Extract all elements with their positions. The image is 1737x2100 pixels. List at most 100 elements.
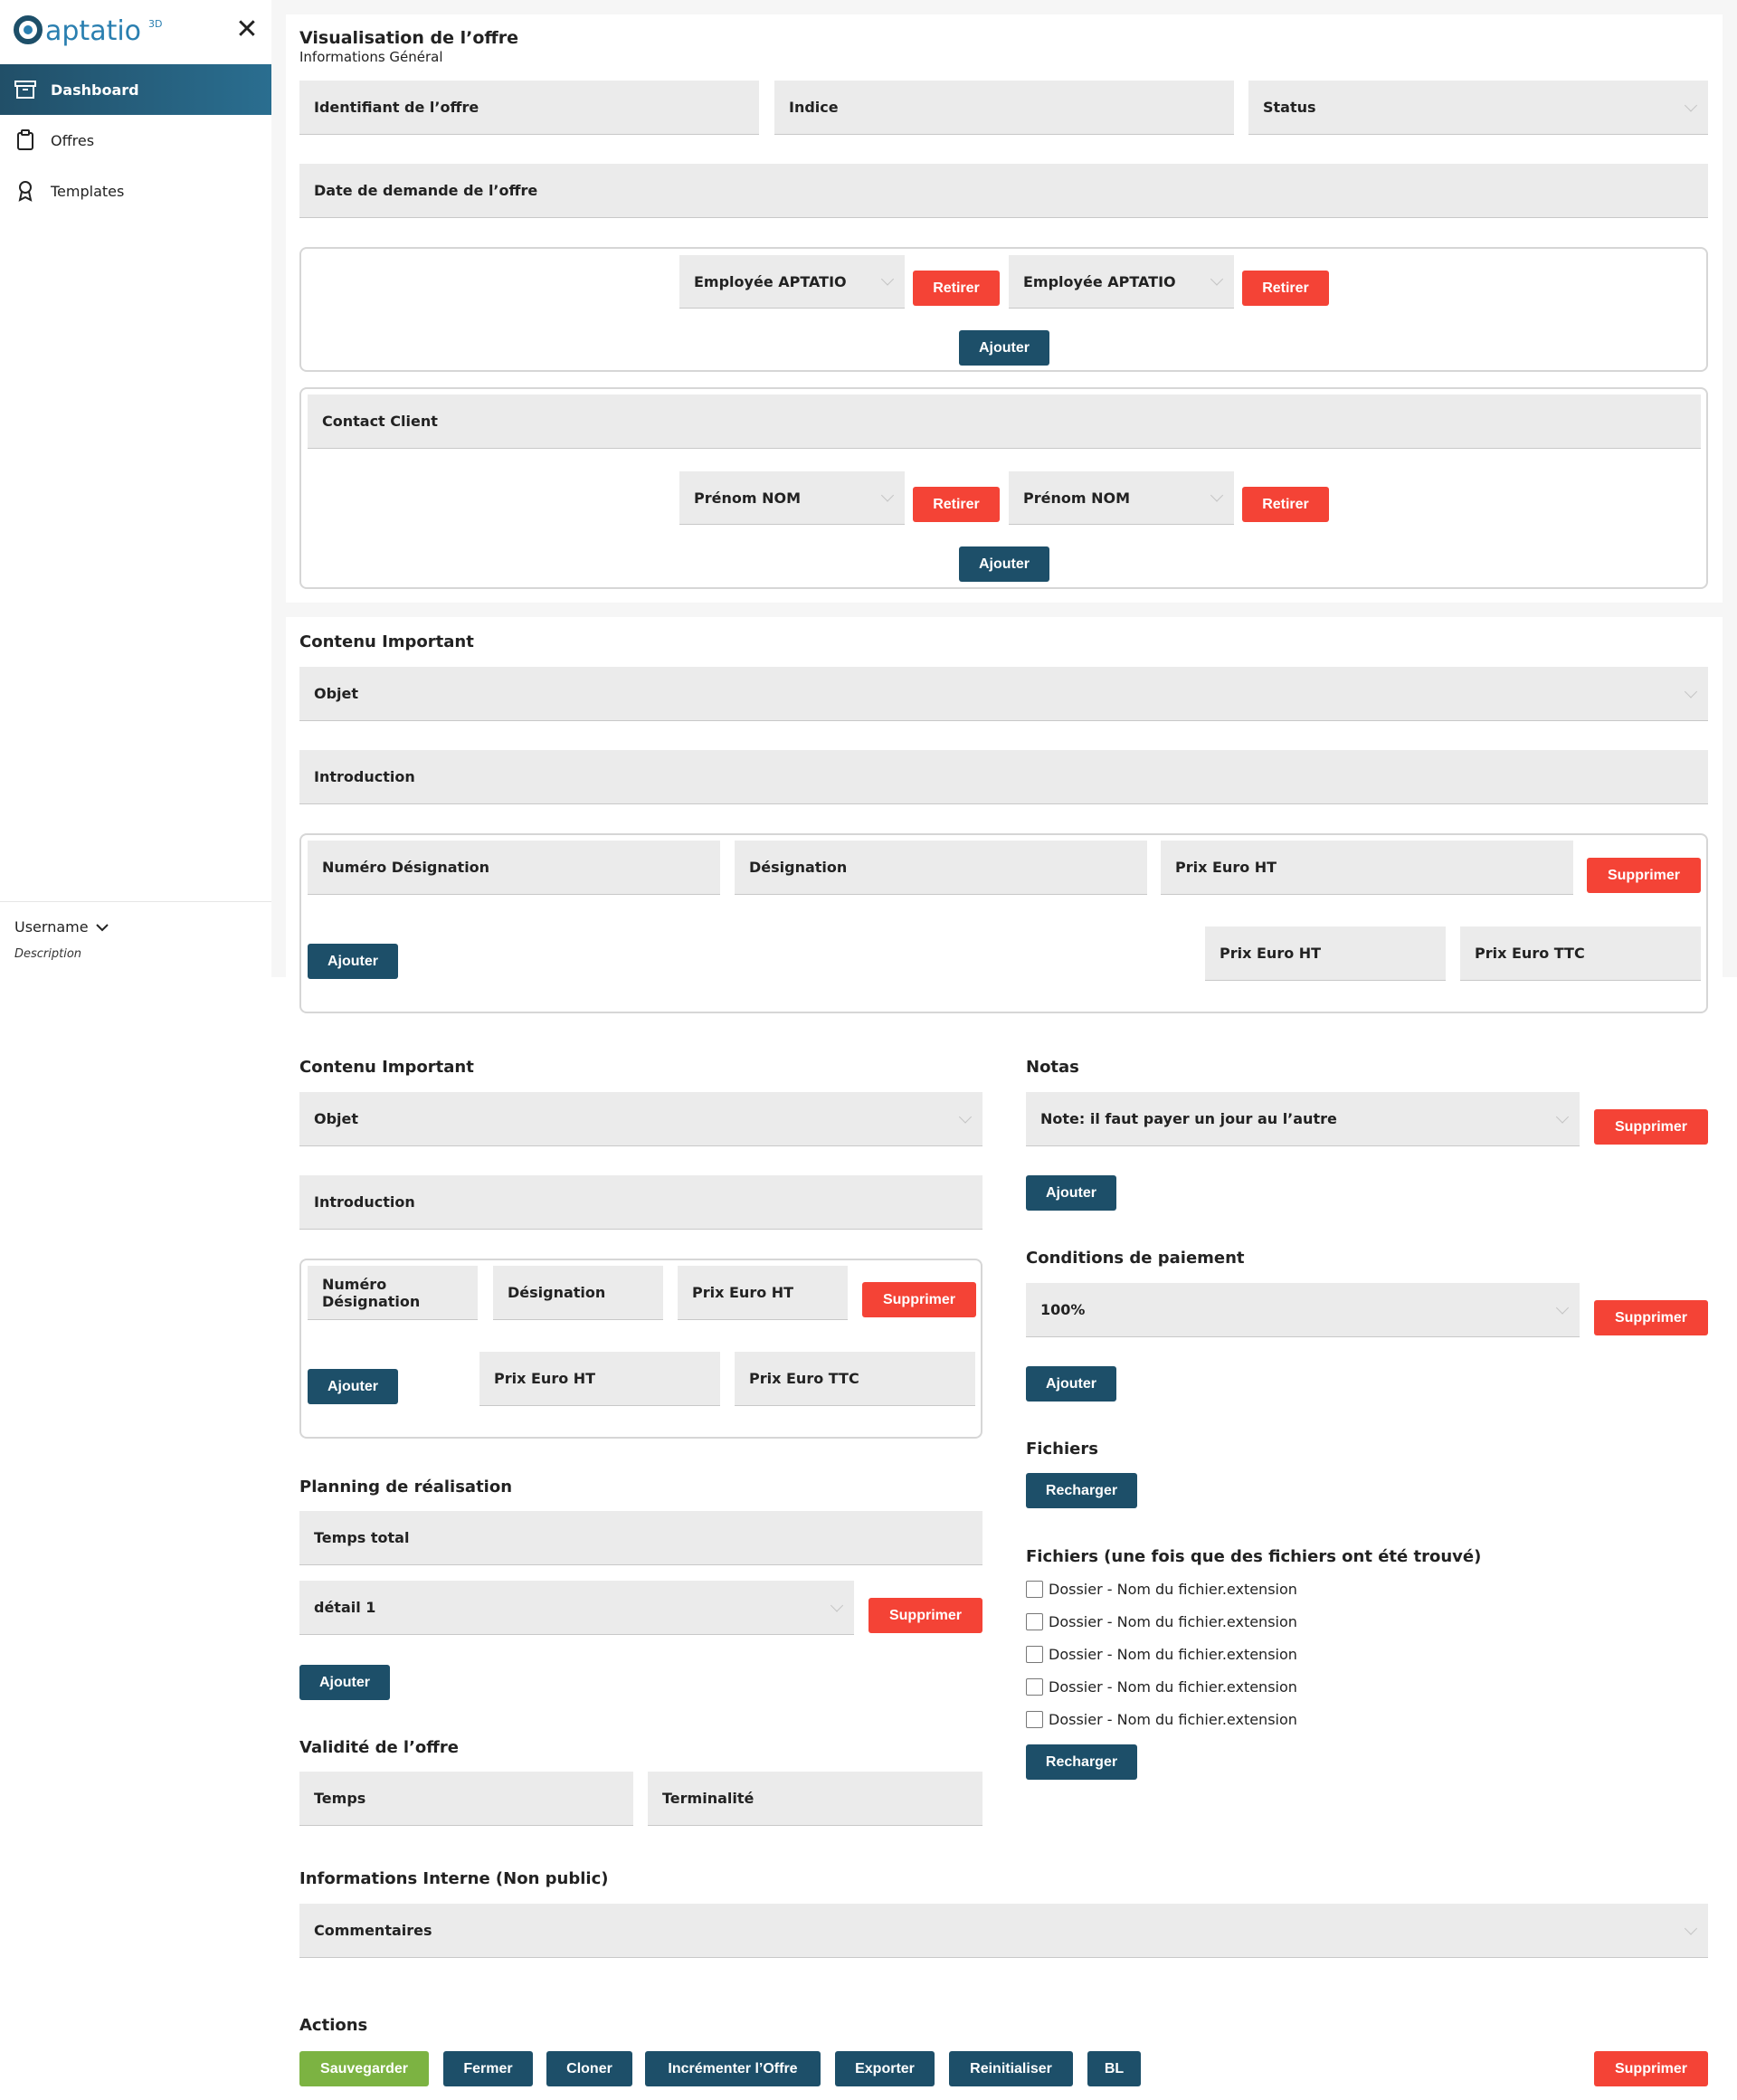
numero-designation-field[interactable]: Numéro Désignation — [308, 1266, 478, 1320]
checkbox — [1026, 1711, 1043, 1728]
indice-field[interactable]: Indice — [774, 81, 1234, 135]
exporter-button[interactable]: Exporter — [835, 2051, 935, 2086]
sidebar-item-templates[interactable]: Templates — [0, 166, 271, 216]
file-checkbox[interactable]: Dossier - Nom du fichier.extension — [1026, 1678, 1297, 1696]
section-title: Fichiers — [1026, 1440, 1098, 1459]
chevron-down-icon — [830, 1598, 844, 1612]
username: Username — [14, 918, 89, 936]
user-menu[interactable]: Username — [14, 918, 109, 936]
chevron-down-icon — [1555, 1300, 1570, 1315]
chevron-down-icon — [1684, 98, 1698, 112]
chevron-down-icon — [1555, 1109, 1570, 1124]
detail-select[interactable]: détail 1 — [299, 1581, 854, 1635]
contact-select[interactable]: Prénom NOM — [1009, 471, 1234, 525]
sidebar-item-offres[interactable]: Offres — [0, 115, 271, 166]
close-icon[interactable]: ✕ — [233, 16, 261, 43]
date-demande-field[interactable]: Date de demande de l’offre — [299, 164, 1708, 218]
total-prix-ttc-field[interactable]: Prix Euro TTC — [735, 1352, 975, 1406]
logo: aptatio 3D — [13, 7, 176, 62]
contact-select[interactable]: Prénom NOM — [679, 471, 905, 525]
reinitialiser-button[interactable]: Reinitialiser — [949, 2051, 1073, 2086]
total-prix-ht-field[interactable]: Prix Euro HT — [1205, 926, 1446, 981]
sidebar-item-label: Templates — [51, 182, 125, 200]
sidebar-divider — [0, 901, 271, 902]
file-checkbox[interactable]: Dossier - Nom du fichier.extension — [1026, 1711, 1297, 1728]
numero-designation-field[interactable]: Numéro Désignation — [308, 841, 720, 895]
chevron-down-icon — [1684, 1921, 1698, 1935]
supprimer-button[interactable]: Supprimer — [868, 1598, 982, 1633]
introduction-field[interactable]: Introduction — [299, 1175, 982, 1230]
file-checkbox[interactable]: Dossier - Nom du fichier.extension — [1026, 1613, 1297, 1630]
recharger-button[interactable]: Recharger — [1026, 1473, 1137, 1508]
cloner-button[interactable]: Cloner — [546, 2051, 632, 2086]
chevron-down-icon — [1684, 684, 1698, 698]
employee-select[interactable]: Employée APTATIO — [679, 255, 905, 309]
section-title: Fichiers (une fois que des fichiers ont … — [1026, 1547, 1482, 1566]
logo-superscript: 3D — [148, 18, 162, 30]
retirer-button[interactable]: Retirer — [1242, 271, 1329, 306]
sidebar-item-label: Dashboard — [51, 81, 139, 99]
chevron-down-icon — [1210, 272, 1224, 286]
file-checkbox[interactable]: Dossier - Nom du fichier.extension — [1026, 1646, 1297, 1663]
prix-ht-field[interactable]: Prix Euro HT — [678, 1266, 848, 1320]
add-note-button[interactable]: Ajouter — [1026, 1175, 1116, 1211]
user-description: Description — [14, 947, 82, 961]
identifiant-field[interactable]: Identifiant de l’offre — [299, 81, 759, 135]
designation-field[interactable]: Désignation — [735, 841, 1147, 895]
contact-client-field[interactable]: Contact Client — [308, 394, 1701, 449]
supprimer-button[interactable]: Supprimer — [862, 1282, 976, 1317]
add-line-button[interactable]: Ajouter — [308, 1369, 398, 1404]
checkbox — [1026, 1646, 1043, 1663]
bl-button[interactable]: BL — [1087, 2051, 1141, 2086]
total-prix-ttc-field[interactable]: Prix Euro TTC — [1460, 926, 1701, 981]
chevron-down-icon — [95, 918, 109, 936]
objet-select[interactable]: Objet — [299, 667, 1708, 721]
sauvegarder-button[interactable]: Sauvegarder — [299, 2051, 429, 2086]
temps-field[interactable]: Temps — [299, 1772, 633, 1826]
introduction-field[interactable]: Introduction — [299, 750, 1708, 804]
supprimer-button[interactable]: Supprimer — [1594, 2051, 1708, 2086]
add-line-button[interactable]: Ajouter — [308, 944, 398, 979]
add-contact-button[interactable]: Ajouter — [959, 546, 1049, 582]
prix-ht-field[interactable]: Prix Euro HT — [1161, 841, 1573, 895]
archive-icon — [14, 79, 36, 100]
total-prix-ht-field[interactable]: Prix Euro HT — [479, 1352, 720, 1406]
sidebar-item-label: Offres — [51, 131, 95, 149]
section-title: Informations Interne (Non public) — [299, 1869, 609, 1888]
employee-select[interactable]: Employée APTATIO — [1009, 255, 1234, 309]
checkbox — [1026, 1613, 1043, 1630]
retirer-button[interactable]: Retirer — [913, 271, 1000, 306]
supprimer-button[interactable]: Supprimer — [1594, 1109, 1708, 1145]
section-title: Planning de réalisation — [299, 1478, 513, 1497]
checkbox — [1026, 1678, 1043, 1696]
sidebar-item-dashboard[interactable]: Dashboard — [0, 64, 271, 115]
section-title: Contenu Important — [299, 632, 474, 651]
incrementer-button[interactable]: Incrémenter l’Offre — [645, 2051, 821, 2086]
terminalite-field[interactable]: Terminalité — [648, 1772, 982, 1826]
fermer-button[interactable]: Fermer — [443, 2051, 533, 2086]
page-title: Visualisation de l’offre — [299, 28, 519, 48]
file-checkbox[interactable]: Dossier - Nom du fichier.extension — [1026, 1581, 1297, 1598]
add-employee-button[interactable]: Ajouter — [959, 330, 1049, 366]
commentaires-select[interactable]: Commentaires — [299, 1904, 1708, 1958]
award-icon — [14, 180, 36, 202]
retirer-button[interactable]: Retirer — [913, 487, 1000, 522]
objet-select[interactable]: Objet — [299, 1092, 982, 1146]
note-select[interactable]: Note: il faut payer un jour au l’autre — [1026, 1092, 1580, 1146]
temps-total-field[interactable]: Temps total — [299, 1511, 982, 1565]
chevron-down-icon — [958, 1109, 973, 1124]
section-title: Notas — [1026, 1058, 1079, 1077]
add-paiement-button[interactable]: Ajouter — [1026, 1366, 1116, 1402]
status-select[interactable]: Status — [1248, 81, 1708, 135]
clipboard-icon — [14, 129, 36, 151]
chevron-down-icon — [1210, 489, 1224, 502]
paiement-select[interactable]: 100% — [1026, 1283, 1580, 1337]
supprimer-button[interactable]: Supprimer — [1594, 1300, 1708, 1335]
designation-field[interactable]: Désignation — [493, 1266, 663, 1320]
section-title: Actions — [299, 2016, 368, 2035]
add-detail-button[interactable]: Ajouter — [299, 1665, 390, 1700]
retirer-button[interactable]: Retirer — [1242, 487, 1329, 522]
logo-text: aptatio — [45, 15, 141, 47]
supprimer-button[interactable]: Supprimer — [1587, 858, 1701, 893]
recharger-button[interactable]: Recharger — [1026, 1744, 1137, 1780]
